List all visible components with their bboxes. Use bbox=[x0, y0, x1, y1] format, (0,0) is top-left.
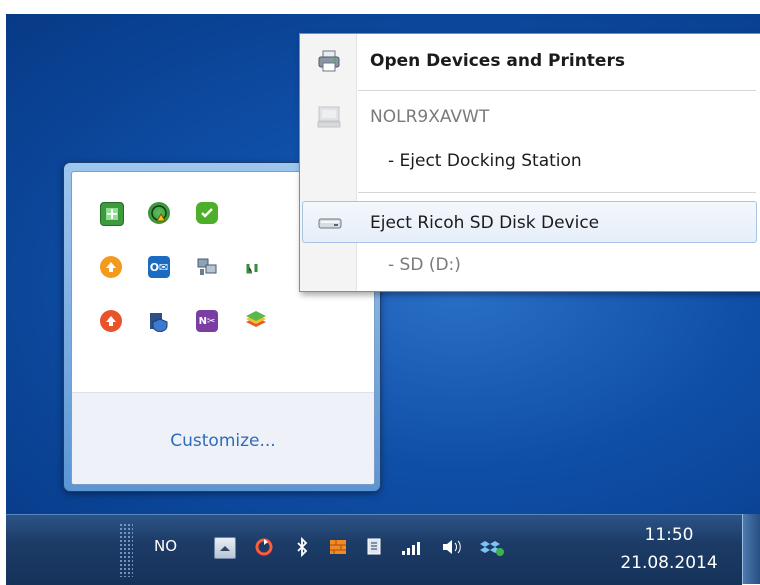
outlook-icon[interactable]: O✉ bbox=[148, 256, 170, 278]
clock-time: 11:50 bbox=[644, 525, 694, 545]
menu-item-computer: NOLR9XAVWT bbox=[302, 96, 757, 138]
clock-date: 21.08.2014 bbox=[620, 553, 718, 573]
customize-footer: Customize... bbox=[72, 392, 374, 484]
partially-hidden-icon[interactable] bbox=[244, 264, 266, 274]
menu-item-eject-ricoh-sd[interactable]: Eject Ricoh SD Disk Device bbox=[302, 201, 757, 243]
menu-item-label: Eject Ricoh SD Disk Device bbox=[370, 213, 600, 233]
system-clock[interactable]: 11:50 21.08.2014 bbox=[609, 521, 729, 577]
taskbar-grip[interactable] bbox=[119, 523, 133, 577]
customize-link[interactable]: Customize... bbox=[72, 431, 374, 451]
menu-item-open-devices[interactable]: Open Devices and Printers bbox=[302, 40, 757, 82]
menu-item-label: - Eject Docking Station bbox=[388, 151, 582, 171]
cropped-caption-strip bbox=[0, 0, 760, 14]
menu-item-eject-docking-station[interactable]: - Eject Docking Station bbox=[302, 140, 757, 182]
green-check-icon[interactable] bbox=[196, 202, 218, 224]
menu-item-sd-drive: - SD (D:) bbox=[302, 244, 757, 286]
drive-icon bbox=[318, 218, 342, 229]
show-hidden-icons-button[interactable] bbox=[214, 537, 236, 559]
eject-context-menu: Open Devices and Printers NOLR9XAVWT - E… bbox=[299, 33, 760, 292]
red-up-arrow-icon[interactable] bbox=[100, 310, 122, 332]
taskbar: NO 11:50 21.08.2014 bbox=[6, 514, 742, 585]
menu-item-label: NOLR9XAVWT bbox=[370, 107, 490, 127]
onenote-clip-icon[interactable]: N✂ bbox=[196, 310, 218, 332]
power-plug-icon[interactable] bbox=[364, 537, 384, 557]
volume-icon[interactable] bbox=[440, 537, 466, 557]
computer-icon bbox=[317, 106, 341, 128]
green-shield-icon[interactable] bbox=[100, 202, 124, 226]
sync-icon[interactable] bbox=[254, 537, 274, 557]
menu-separator bbox=[358, 192, 756, 193]
shield-folder-icon[interactable] bbox=[148, 310, 170, 332]
firewall-icon[interactable] bbox=[328, 537, 348, 557]
dropbox-sync-icon[interactable] bbox=[480, 537, 506, 557]
orange-up-arrow-icon[interactable] bbox=[100, 256, 122, 278]
language-indicator[interactable]: NO bbox=[154, 537, 177, 555]
stack-layers-icon[interactable] bbox=[244, 310, 266, 332]
menu-item-label: Open Devices and Printers bbox=[370, 51, 625, 71]
network-computers-icon[interactable] bbox=[196, 256, 218, 278]
menu-separator bbox=[358, 90, 756, 91]
printer-icon bbox=[318, 50, 340, 72]
chevron-up-icon bbox=[220, 546, 230, 551]
globe-warning-icon[interactable] bbox=[148, 202, 170, 224]
menu-item-label: - SD (D:) bbox=[388, 255, 461, 275]
show-desktop-button[interactable] bbox=[742, 514, 760, 584]
bluetooth-icon[interactable] bbox=[292, 536, 312, 558]
signal-strength-icon[interactable] bbox=[400, 537, 430, 557]
